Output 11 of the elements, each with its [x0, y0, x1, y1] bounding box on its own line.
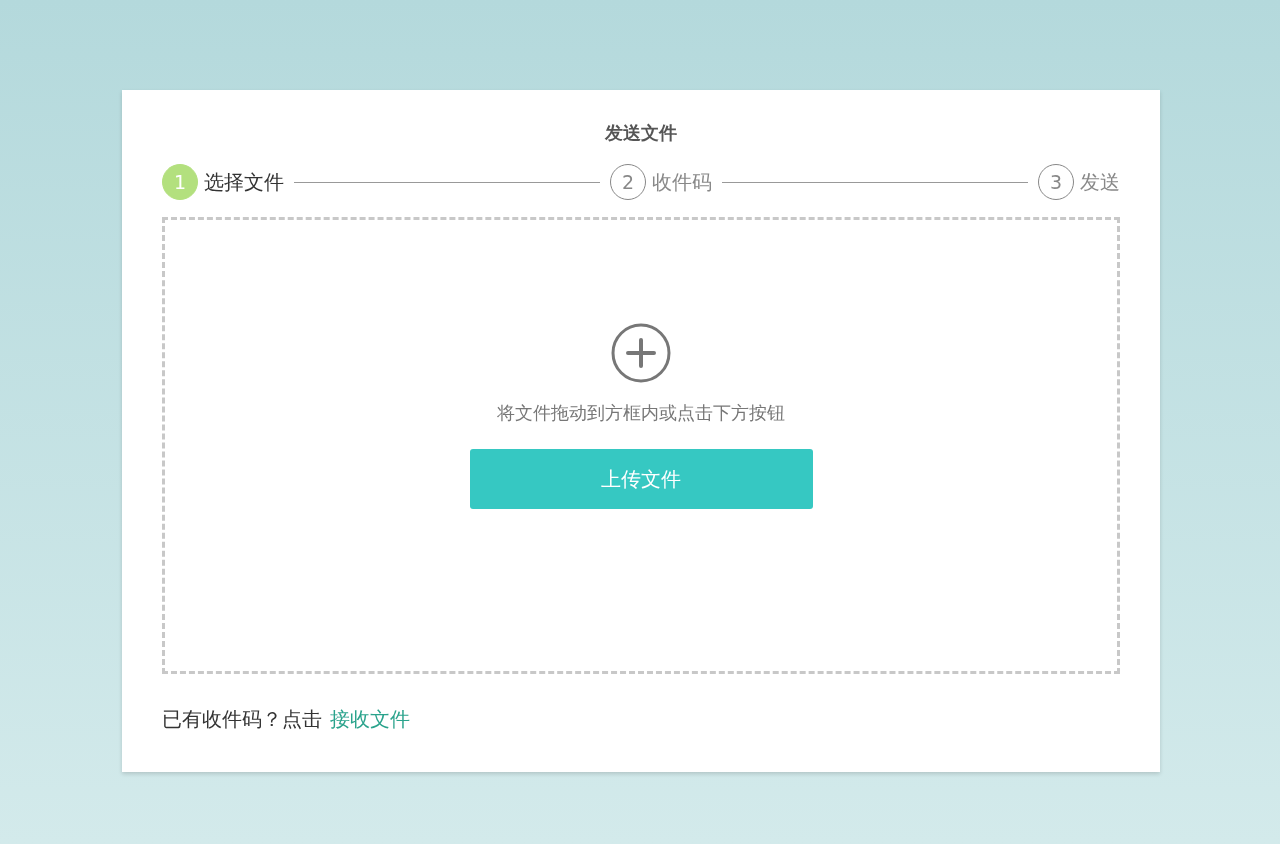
drop-hint: 将文件拖动到方框内或点击下方按钮 [497, 401, 785, 425]
step-label: 选择文件 [204, 168, 284, 196]
drop-zone[interactable]: 将文件拖动到方框内或点击下方按钮 上传文件 [162, 217, 1120, 674]
step-label: 收件码 [652, 168, 712, 196]
step-label: 发送 [1080, 168, 1120, 196]
receive-link[interactable]: 接收文件 [330, 706, 410, 733]
page-title: 发送文件 [604, 121, 678, 145]
step-number: 1 [162, 164, 198, 200]
add-icon [611, 323, 671, 383]
footer-text: 已有收件码？点击 [162, 706, 322, 733]
upload-button[interactable]: 上传文件 [469, 449, 813, 509]
